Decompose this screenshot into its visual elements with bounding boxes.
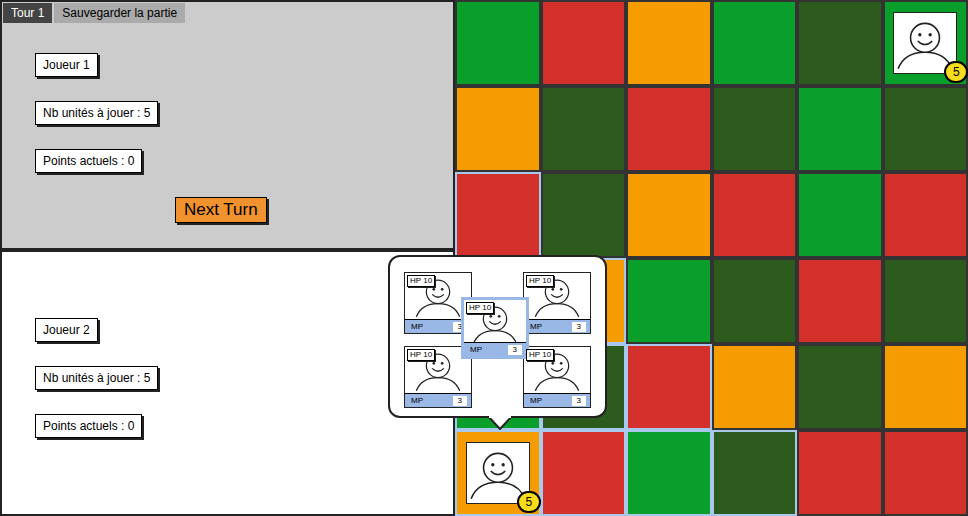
unit-popup: HP 10MP3HP 10MP3HP 10MP3HP 10MP3HP 10MP3 [388,255,607,418]
board-cell[interactable] [797,86,883,172]
units-to-play: Nb unités à jouer : 5 [35,366,158,390]
mp-value: 3 [453,396,467,406]
mp-value: 3 [508,345,522,355]
board-cell[interactable] [541,86,627,172]
board-cell[interactable] [626,430,712,516]
player-panel: Joueur 2 Nb unités à jouer : 5 Points actu… [0,250,455,516]
unit-stack[interactable]: 5 [466,442,530,504]
unit-card[interactable]: HP 10 MP3 [523,272,591,334]
board-cell[interactable]: 5 [883,0,968,86]
board-cell[interactable] [541,172,627,258]
board-cell[interactable] [455,86,541,172]
board-cell[interactable] [712,344,798,430]
board-cell[interactable] [797,172,883,258]
board-cell[interactable] [455,0,541,86]
board-cell[interactable] [883,430,968,516]
board-cell[interactable] [797,344,883,430]
board-cell[interactable] [883,258,968,344]
mp-value: 3 [572,396,586,406]
player-panel: Tour 1Sauvegarder la partie Joueur 1 Nb un… [0,0,455,250]
unit-count-badge: 5 [517,491,541,513]
board-cell[interactable] [626,258,712,344]
hp-label: HP 10 [466,302,494,314]
tab[interactable]: Tour 1 [3,3,52,23]
hp-label: HP 10 [526,275,554,287]
current-points: Points actuels : 0 [35,414,142,438]
mp-bar: MP3 [524,319,590,333]
board-cell[interactable] [797,430,883,516]
unit-stack[interactable]: 5 [893,12,957,74]
players-panel: Tour 1Sauvegarder la partie Joueur 1 Nb un… [0,0,455,516]
board-cell[interactable] [883,172,968,258]
top-tabs: Tour 1Sauvegarder la partie [2,2,453,23]
board-cell[interactable] [712,86,798,172]
units-to-play: Nb unités à jouer : 5 [35,101,158,125]
board-cell[interactable] [797,0,883,86]
board-cell[interactable] [712,172,798,258]
board-cell[interactable] [626,86,712,172]
board-cell[interactable] [712,258,798,344]
board-cell[interactable] [626,344,712,430]
board-cell[interactable] [626,172,712,258]
board-cell[interactable] [541,430,627,516]
next-turn-button[interactable]: Next Turn [175,197,267,223]
unit-card[interactable]: HP 10 MP3 [523,346,591,408]
board-cell[interactable] [797,258,883,344]
hp-label: HP 10 [407,275,435,287]
board-cell[interactable] [626,0,712,86]
unit-card[interactable]: HP 10 MP3 [461,297,529,359]
popup-tail-icon [488,416,512,430]
board-cell[interactable] [455,172,541,258]
board-cell[interactable]: 5 [455,430,541,516]
mp-bar: MP3 [464,342,526,356]
board-cell[interactable] [883,344,968,430]
player-name: Joueur 2 [35,318,98,342]
hp-label: HP 10 [407,349,435,361]
current-points: Points actuels : 0 [35,149,142,173]
tab[interactable]: Sauvegarder la partie [54,3,185,23]
board-cell[interactable] [712,0,798,86]
player-name: Joueur 1 [35,53,98,77]
hp-label: HP 10 [526,349,554,361]
board-cell[interactable] [883,86,968,172]
unit-count-badge: 5 [944,61,968,83]
mp-bar: MP3 [405,393,471,407]
board-cell[interactable] [712,430,798,516]
mp-value: 3 [572,322,586,332]
game-screen: Tour 1Sauvegarder la partie Joueur 1 Nb un… [0,0,968,516]
board-cell[interactable] [541,0,627,86]
mp-bar: MP3 [524,393,590,407]
